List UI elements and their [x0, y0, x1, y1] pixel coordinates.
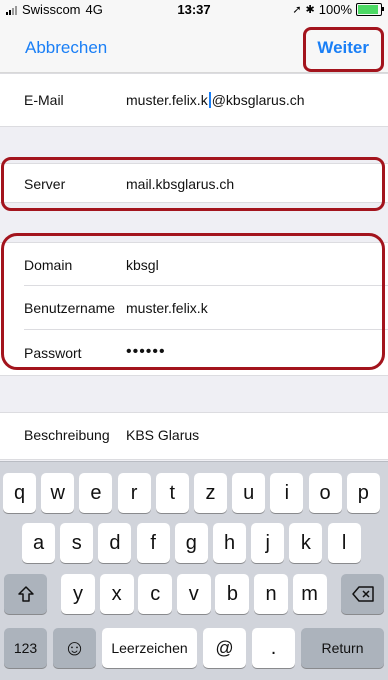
shift-key[interactable] — [4, 574, 47, 614]
key-z[interactable]: z — [194, 473, 227, 513]
key-p[interactable]: p — [346, 473, 380, 513]
description-row[interactable]: Beschreibung KBS Glarus — [0, 413, 388, 459]
keyboard: qwertzuiop asdfghjkl yxcvbnm 123 ☺ Leerz… — [0, 461, 388, 680]
key-g[interactable]: g — [174, 523, 208, 563]
key-j[interactable]: j — [251, 523, 285, 563]
key-t[interactable]: t — [155, 473, 189, 513]
emoji-icon: ☺ — [63, 635, 86, 660]
email-label: E-Mail — [24, 92, 64, 108]
numbers-key[interactable]: 123 — [4, 628, 47, 668]
text-caret — [208, 92, 211, 108]
key-v[interactable]: v — [176, 574, 211, 614]
email-group: E-Mail muster.felix.k @kbsglarus.ch — [0, 73, 388, 127]
key-c[interactable]: c — [138, 574, 173, 614]
key-x[interactable]: x — [99, 574, 134, 614]
description-label: Beschreibung — [24, 427, 110, 443]
key-q[interactable]: q — [3, 473, 36, 513]
backspace-icon — [351, 586, 374, 602]
battery-nub — [382, 7, 384, 11]
battery-fill — [358, 5, 378, 14]
key-h[interactable]: h — [213, 523, 246, 563]
key-k[interactable]: k — [289, 523, 323, 563]
at-key[interactable]: @ — [203, 628, 246, 668]
key-l[interactable]: l — [327, 523, 361, 563]
space-key[interactable]: Leerzeichen — [102, 628, 197, 668]
highlight-server — [1, 157, 385, 211]
key-m[interactable]: m — [292, 574, 327, 614]
email-text-after-caret: @kbsglarus.ch — [211, 92, 305, 108]
key-n[interactable]: n — [254, 574, 288, 614]
key-y[interactable]: y — [61, 574, 95, 614]
status-bar: Swisscom 4G 13:37 ➚ ✱ 100% — [0, 0, 388, 20]
key-i[interactable]: i — [270, 473, 304, 513]
cancel-button[interactable]: Abbrechen — [25, 38, 107, 58]
backspace-key[interactable] — [341, 574, 384, 614]
status-right: ➚ ✱ 100% — [292, 2, 384, 17]
key-d[interactable]: d — [98, 523, 132, 563]
location-icon: ➚ — [292, 4, 302, 16]
battery-icon — [356, 3, 384, 16]
key-e[interactable]: e — [79, 473, 113, 513]
key-f[interactable]: f — [136, 523, 170, 563]
description-field[interactable]: KBS Glarus — [126, 427, 199, 443]
email-text-before-caret: muster.felix.k — [126, 92, 208, 108]
key-s[interactable]: s — [60, 523, 94, 563]
emoji-key[interactable]: ☺ — [53, 628, 96, 668]
key-a[interactable]: a — [22, 523, 55, 563]
description-group: Beschreibung KBS Glarus — [0, 412, 388, 460]
highlight-next-button — [303, 27, 384, 72]
battery-percent: 100% — [318, 2, 352, 17]
key-o[interactable]: o — [308, 473, 342, 513]
key-r[interactable]: r — [117, 473, 151, 513]
key-w[interactable]: w — [41, 473, 75, 513]
shift-icon — [17, 586, 34, 602]
key-u[interactable]: u — [232, 473, 266, 513]
bluetooth-icon: ✱ — [305, 4, 315, 16]
email-row[interactable]: E-Mail muster.felix.k @kbsglarus.ch — [0, 74, 388, 126]
dot-key[interactable]: . — [252, 628, 295, 668]
return-key[interactable]: Return — [301, 628, 384, 668]
highlight-account — [1, 233, 385, 370]
key-b[interactable]: b — [215, 574, 250, 614]
email-field[interactable]: muster.felix.k @kbsglarus.ch — [126, 92, 305, 108]
